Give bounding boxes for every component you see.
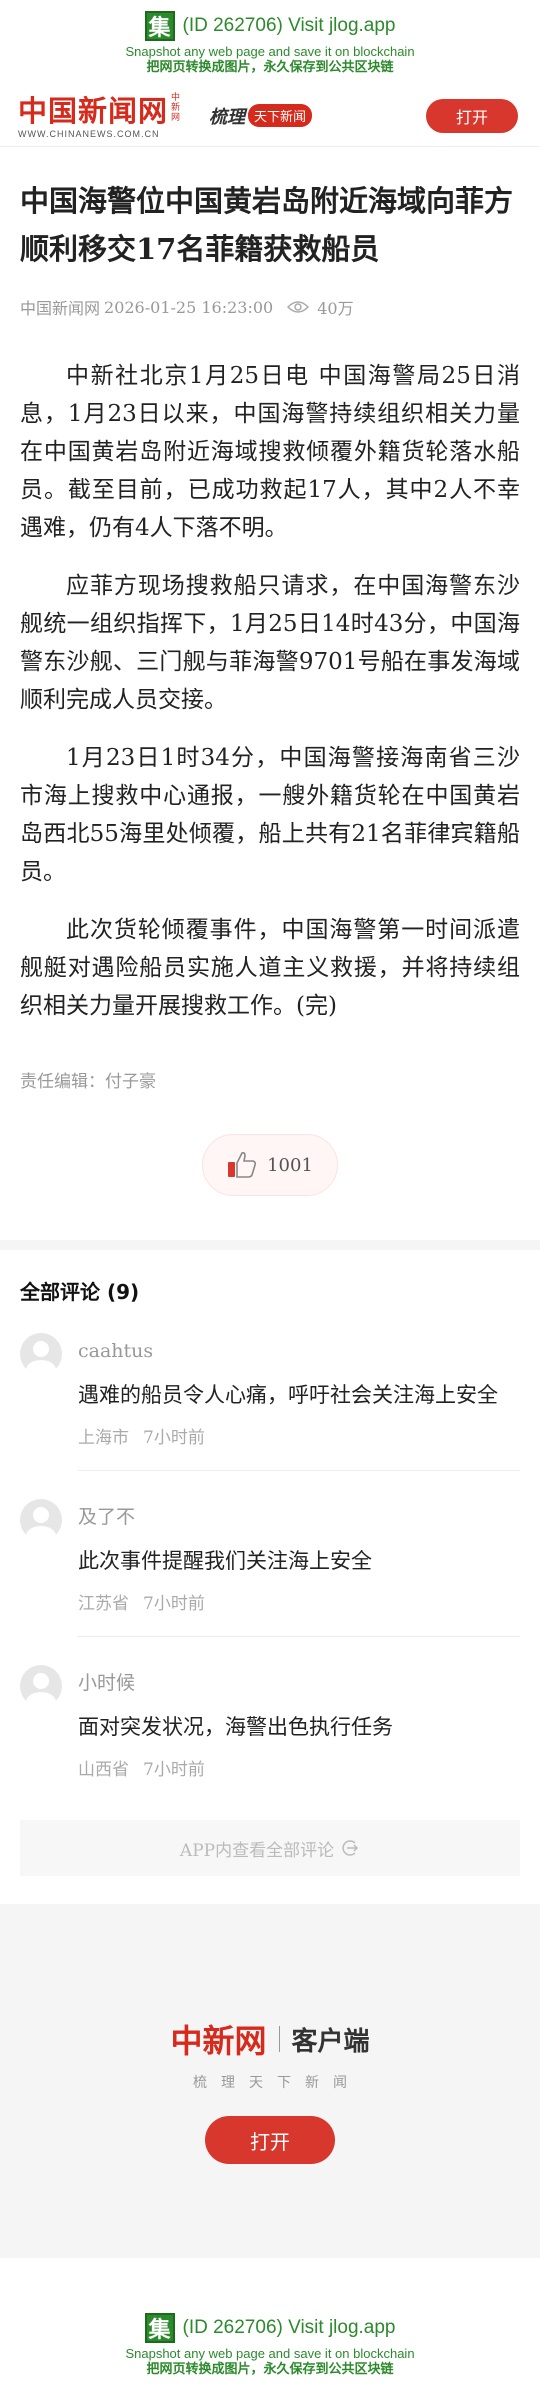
- comment-user[interactable]: caahtus: [78, 1339, 520, 1363]
- jlog-title[interactable]: (ID 262706) Visit jlog.app: [183, 15, 396, 37]
- jlog-subtitle-cn: 把网页转换成图片，永久保存到公共区块链: [146, 59, 394, 74]
- view-all-comments-button[interactable]: APP内查看全部评论: [20, 1820, 520, 1876]
- site-header: 中国新闻网 中新网 WWW.CHINANEWS.COM.CN 梳理 天下新闻 打…: [0, 85, 540, 147]
- site-url: WWW.CHINANEWS.COM.CN: [18, 128, 160, 139]
- article: 中国海警位中国黄岩岛附近海域向菲方顺利移交17名菲籍获救船员 中国新闻网 202…: [0, 177, 540, 1196]
- jlog-banner-bottom[interactable]: 集 (ID 262706) Visit jlog.app Snapshot an…: [0, 2302, 540, 2387]
- site-logo-main: 中国新闻网 中新网: [18, 93, 181, 127]
- site-logo-name: 中国新闻网: [18, 93, 169, 128]
- article-paragraph: 1月23日1时34分，中国海警接海南省三沙市海上搜救中心通报，一艘外籍货轮在中国…: [20, 745, 520, 885]
- like-button[interactable]: 1001: [202, 1134, 338, 1196]
- comment-time: 7小时前: [143, 1594, 205, 1614]
- comment-list: caahtus 遇难的船员令人心痛，呼吁社会关注海上安全 上海市 7小时前 及了不…: [20, 1305, 520, 1802]
- comment-meta: 山西省 7小时前: [78, 1755, 520, 1780]
- article-meta: 中国新闻网 2026-01-25 16:23:00 40万: [20, 295, 520, 319]
- article-editor: 责任编辑：付子豪: [20, 1072, 156, 1091]
- comment-text: 遇难的船员令人心痛，呼吁社会关注海上安全: [78, 1383, 498, 1407]
- site-logo[interactable]: 中国新闻网 中新网 WWW.CHINANEWS.COM.CN: [18, 93, 181, 139]
- comment-user[interactable]: 小时候: [78, 1671, 520, 1695]
- promo-brand: 中新网: [170, 2022, 267, 2060]
- jlog-logo-icon: 集: [144, 11, 175, 41]
- arrow-right-circle-icon: [342, 1840, 359, 1856]
- article-paragraph: 中新社北京1月25日电 中国海警局25日消息，1月23日以来，中国海警持续组织相…: [20, 363, 520, 541]
- comment-item: 小时候 面对突发状况，海警出色执行任务 山西省 7小时前: [20, 1637, 520, 1802]
- comments-section: 全部评论 (9) caahtus 遇难的船员令人心痛，呼吁社会关注海上安全 上海…: [0, 1276, 540, 1876]
- promo-client-label: 客户端: [291, 2026, 370, 2057]
- article-views: 40万: [317, 299, 354, 318]
- slogan-text: 梳理: [209, 106, 246, 128]
- jlog-subtitle: Snapshot any web page and save it on blo…: [125, 2346, 415, 2361]
- avatar[interactable]: [20, 1665, 62, 1707]
- jlog-subtitle-cn: 把网页转换成图片，永久保存到公共区块链: [146, 2361, 394, 2376]
- promo-tagline: 梳理天下新闻: [193, 2075, 361, 2091]
- promo-logo: 中新网 客户端: [170, 2016, 369, 2062]
- avatar[interactable]: [20, 1499, 62, 1541]
- jlog-banner-title-row: 集 (ID 262706) Visit jlog.app: [144, 11, 396, 41]
- open-app-button[interactable]: 打开: [426, 98, 518, 133]
- jlog-logo-icon: 集: [144, 2313, 175, 2343]
- comment-body: 小时候 面对突发状况，海警出色执行任务 山西省 7小时前: [78, 1665, 520, 1802]
- article-paragraph: 应菲方现场搜救船只请求，在中国海警东沙舰统一组织指挥下，1月25日14时43分，…: [20, 573, 520, 713]
- jlog-subtitle: Snapshot any web page and save it on blo…: [125, 44, 415, 59]
- slogan-badge: 天下新闻: [248, 104, 313, 127]
- comment-body: caahtus 遇难的船员令人心痛，呼吁社会关注海上安全 上海市 7小时前: [78, 1333, 520, 1471]
- article-paragraph: 此次货轮倾覆事件，中国海警第一时间派遣舰艇对遇险船员实施人道主义救援，并将持续组…: [20, 917, 520, 1019]
- thumbs-up-icon: [228, 1152, 257, 1178]
- comment-text: 此次事件提醒我们关注海上安全: [78, 1549, 372, 1573]
- jlog-title[interactable]: (ID 262706) Visit jlog.app: [183, 2317, 396, 2339]
- jlog-banner-top[interactable]: 集 (ID 262706) Visit jlog.app Snapshot an…: [0, 0, 540, 85]
- comment-time: 7小时前: [143, 1760, 205, 1780]
- comment-time: 7小时前: [143, 1428, 205, 1448]
- like-area: 1001: [20, 1134, 520, 1196]
- comment-body: 及了不 此次事件提醒我们关注海上安全 江苏省 7小时前: [78, 1499, 520, 1637]
- comment-location: 江苏省: [78, 1594, 129, 1614]
- comment-meta: 江苏省 7小时前: [78, 1589, 520, 1614]
- comment-location: 上海市: [78, 1428, 129, 1448]
- article-body: 中新社北京1月25日电 中国海警局25日消息，1月23日以来，中国海警持续组织相…: [20, 357, 520, 1025]
- section-divider: [0, 1240, 540, 1250]
- open-app-button-large[interactable]: 打开: [205, 2116, 335, 2164]
- views-icon: [287, 301, 310, 313]
- comment-location: 山西省: [78, 1760, 129, 1780]
- app-promo: 中新网 客户端 梳理天下新闻 打开: [0, 1904, 540, 2258]
- comment-meta: 上海市 7小时前: [78, 1423, 520, 1448]
- comment-item: 及了不 此次事件提醒我们关注海上安全 江苏省 7小时前: [20, 1471, 520, 1637]
- site-slogan: 梳理 天下新闻: [209, 103, 313, 129]
- comment-text: 面对突发状况，海警出色执行任务: [78, 1715, 393, 1739]
- article-datetime: 2026-01-25 16:23:00: [104, 297, 274, 317]
- comment-user[interactable]: 及了不: [78, 1505, 520, 1529]
- like-count: 1001: [267, 1154, 313, 1176]
- avatar[interactable]: [20, 1333, 62, 1375]
- comment-item: caahtus 遇难的船员令人心痛，呼吁社会关注海上安全 上海市 7小时前: [20, 1305, 520, 1471]
- promo-separator: [278, 2026, 280, 2052]
- site-logo-tag: 中新网: [171, 92, 181, 123]
- article-title: 中国海警位中国黄岩岛附近海域向菲方顺利移交17名菲籍获救船员: [20, 184, 514, 266]
- jlog-banner-title-row: 集 (ID 262706) Visit jlog.app: [144, 2313, 396, 2343]
- view-all-comments-label: APP内查看全部评论: [179, 1840, 335, 1861]
- comments-heading: 全部评论 (9): [20, 1280, 140, 1304]
- article-source: 中国新闻网: [20, 299, 101, 318]
